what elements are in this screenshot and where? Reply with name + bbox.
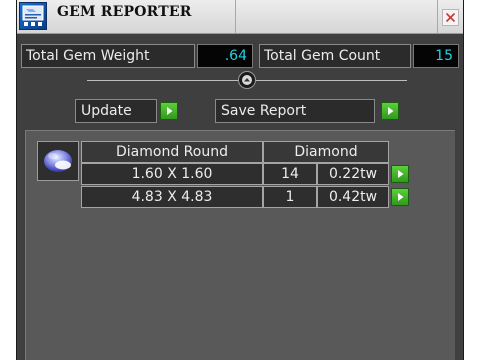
row-1-count: 14 [263,163,317,185]
total-gem-count-value: 15 [413,44,459,68]
gem-reporter-app-icon [19,2,47,30]
update-button[interactable]: Update [75,99,157,123]
title-divider [437,0,438,33]
title-bar[interactable]: GEM REPORTER [17,0,463,34]
play-arrow-icon [398,193,404,201]
window-title: GEM REPORTER [57,4,192,20]
row-1-size: 1.60 X 1.60 [81,163,263,185]
play-arrow-icon [167,107,173,115]
splitter-toggle[interactable] [238,71,256,89]
chevron-up-icon [242,75,252,85]
row-2-size: 4.83 X 4.83 [81,186,263,208]
update-button-label: Update [81,103,132,119]
save-report-go-button[interactable] [381,102,399,120]
save-report-button[interactable]: Save Report [215,99,375,123]
row-2-count: 1 [263,186,317,208]
total-gem-count-label: Total Gem Count [259,44,411,68]
gem-reporter-window: GEM REPORTER Total Gem Weight .64 Total … [16,0,464,360]
close-button[interactable] [442,9,459,26]
row-2-weight: 0.42tw [317,186,389,208]
total-gem-weight-value: .64 [197,44,253,68]
total-gem-weight-label: Total Gem Weight [21,44,195,68]
table-header-type: Diamond [263,141,389,163]
title-divider [235,0,236,33]
play-arrow-icon [398,170,404,178]
table-header-shape: Diamond Round [81,141,263,163]
save-report-button-label: Save Report [221,103,307,119]
close-icon [445,12,456,23]
row-1-weight: 0.22tw [317,163,389,185]
update-go-button[interactable] [160,102,178,120]
row-1-go-button[interactable] [391,165,409,183]
diamond-round-icon [44,150,72,172]
row-2-go-button[interactable] [391,188,409,206]
play-arrow-icon [388,107,394,115]
gem-thumbnail[interactable] [37,141,79,181]
